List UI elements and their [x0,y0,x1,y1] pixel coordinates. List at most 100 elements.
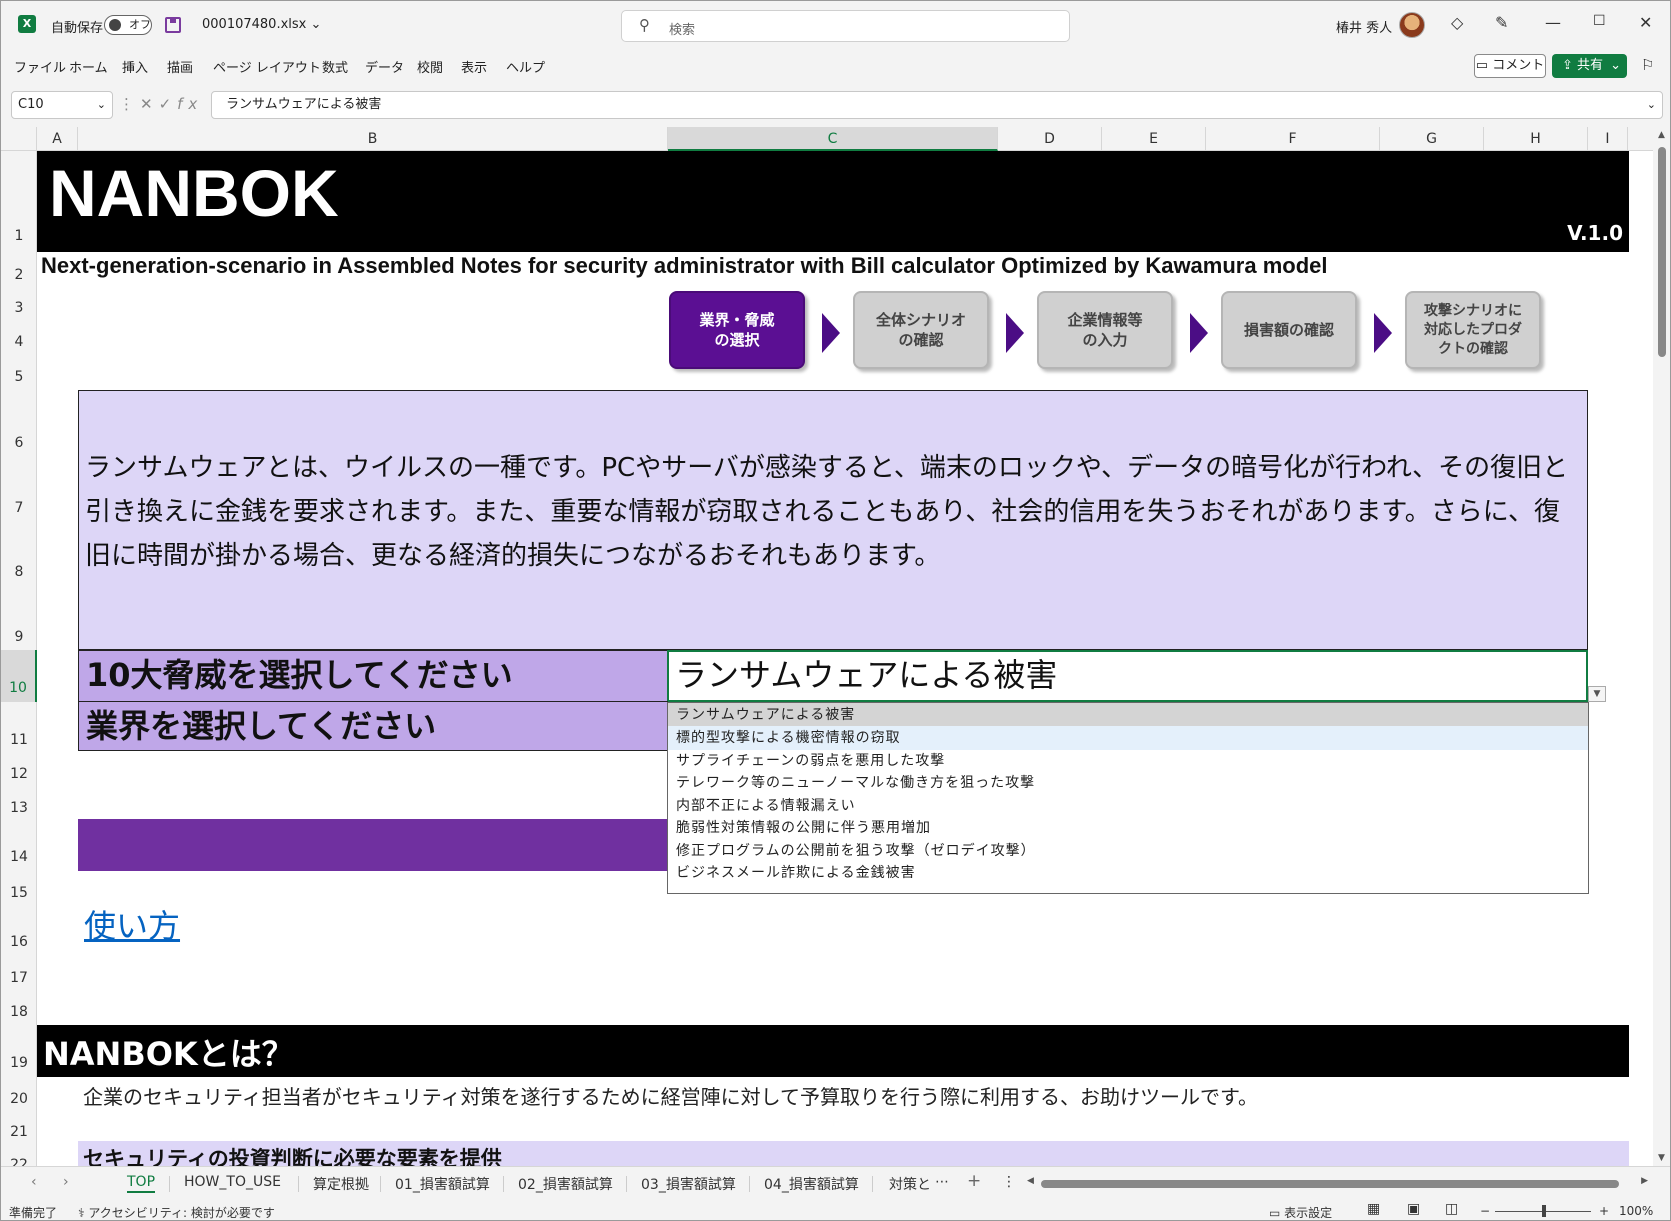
row-header-22[interactable]: 22 [1,1144,37,1166]
zoom-level[interactable]: 100% [1619,1204,1653,1218]
row-header-10[interactable]: 10 [1,650,37,702]
tab-prev-icon[interactable]: ‹ [31,1174,37,1190]
menu-home[interactable]: ホーム [69,57,108,76]
accessibility-status[interactable]: ⚕ アクセシビリティ: 検討が必要です [78,1204,275,1221]
dropdown-option[interactable]: 修正プログラムの公開前を狙う攻撃（ゼロデイ攻撃） [668,839,1588,863]
menu-view[interactable]: 表示 [461,57,487,76]
minimize-icon[interactable]: — [1545,13,1561,32]
threat-select-cell[interactable]: ランサムウェアによる被害 [667,650,1588,702]
vertical-scrollbar[interactable]: ▲ ▼ [1653,127,1671,1166]
dropdown-arrow-icon[interactable]: ▼ [1588,686,1606,702]
zoom-out-icon[interactable]: − [1480,1204,1490,1218]
dropdown-option[interactable]: サプライチェーンの弱点を悪用した攻撃 [668,749,1588,773]
dropdown-option[interactable]: ビジネスメール詐欺による金銭被害 [668,861,1588,885]
col-header-b[interactable]: B [78,127,668,151]
row-header-6[interactable]: 6 [1,390,37,456]
scroll-right-icon[interactable]: ▶ [1641,1176,1648,1186]
horizontal-scrollbar[interactable]: ◀ ▶ [1025,1176,1650,1192]
col-header-i[interactable]: I [1588,127,1628,151]
vertical-scroll-thumb[interactable] [1658,147,1666,357]
tab-damage-03[interactable]: 03_損害額試算 [641,1174,736,1194]
row-header-1[interactable]: 1 [1,151,37,252]
more-tabs-icon[interactable]: ⋯ [935,1174,949,1190]
step-products[interactable]: 攻撃シナリオに 対応したプロダ クトの確認 [1405,291,1541,369]
dropdown-option[interactable]: テレワーク等のニューノーマルな働き方を狙った攻撃 [668,771,1588,795]
share-button[interactable]: ⇪ 共有⌄ [1552,54,1627,78]
col-header-g[interactable]: G [1380,127,1484,151]
dropdown-option[interactable]: 脆弱性対策情報の公開に伴う悪用増加 [668,816,1588,840]
more-options-icon[interactable]: ⋮ [1002,1174,1016,1190]
row-header-3[interactable]: 3 [1,285,37,319]
tab-how-to-use[interactable]: HOW_TO_USE [184,1174,281,1190]
scroll-up-icon[interactable]: ▲ [1658,130,1665,140]
page-layout-view-icon[interactable]: ▣ [1407,1201,1420,1217]
pen-icon[interactable]: ✎ [1495,13,1508,32]
how-to-use-link[interactable]: 使い方 [84,901,180,947]
row-header-8[interactable]: 8 [1,520,37,586]
avatar[interactable] [1399,12,1425,38]
col-header-e[interactable]: E [1102,127,1206,151]
row-header-16[interactable]: 16 [1,904,37,956]
col-header-a[interactable]: A [37,127,78,151]
enter-icon[interactable]: ✓ [159,95,178,113]
normal-view-icon[interactable]: ▦ [1367,1201,1380,1217]
autosave-toggle[interactable]: オフ [104,15,152,35]
row-header-9[interactable]: 9 [1,586,37,650]
dropdown-option[interactable]: ランサムウェアによる被害 [668,703,1588,727]
menu-insert[interactable]: 挿入 [122,57,148,76]
row-header-5[interactable]: 5 [1,352,37,390]
select-all-corner[interactable] [1,127,37,151]
user-name[interactable]: 椿井 秀人 [1336,17,1392,36]
step-damage[interactable]: 損害額の確認 [1221,291,1357,369]
cancel-icon[interactable]: ✕ [140,95,159,113]
filename[interactable]: 000107480.xlsx ⌄ [202,17,321,32]
row-header-20[interactable]: 20 [1,1077,37,1110]
row-header-13[interactable]: 13 [1,786,37,819]
name-box[interactable]: C10⌄ [11,91,113,119]
row-header-15[interactable]: 15 [1,871,37,904]
row-header-4[interactable]: 4 [1,319,37,352]
menu-formulas[interactable]: 数式 [322,57,348,76]
step-scenario[interactable]: 全体シナリオ の確認 [853,291,989,369]
row-header-21[interactable]: 21 [1,1110,37,1144]
tab-basis[interactable]: 算定根拠 [313,1174,369,1194]
maximize-icon[interactable]: ☐ [1593,13,1606,29]
close-icon[interactable]: ✕ [1639,13,1652,32]
menu-file[interactable]: ファイル [14,57,66,76]
row-header-14[interactable]: 14 [1,819,37,871]
menu-help[interactable]: ヘルプ [506,57,545,76]
col-header-h[interactable]: H [1484,127,1588,151]
comment-button[interactable]: ▭ コメント [1474,54,1546,78]
row-header-11[interactable]: 11 [1,702,37,752]
save-icon[interactable] [165,17,181,33]
row-header-7[interactable]: 7 [1,456,37,520]
menu-page-layout[interactable]: ページ レイアウト [213,57,321,76]
row-header-12[interactable]: 12 [1,752,37,786]
tab-damage-02[interactable]: 02_損害額試算 [518,1174,613,1194]
page-break-view-icon[interactable]: ◫ [1445,1201,1458,1217]
horizontal-scroll-thumb[interactable] [1041,1180,1619,1188]
more-icon[interactable]: ⋮ [119,95,140,113]
tab-damage-01[interactable]: 01_損害額試算 [395,1174,490,1194]
tab-top[interactable]: TOP [127,1174,155,1193]
step-select-threat[interactable]: 業界・脅威 の選択 [669,291,805,369]
row-header-18[interactable]: 18 [1,989,37,1025]
add-sheet-icon[interactable]: + [967,1171,981,1191]
menu-review[interactable]: 校閲 [417,57,443,76]
row-header-19[interactable]: 19 [1,1025,37,1077]
copilot-icon[interactable]: ⚐ [1641,56,1654,74]
formula-input[interactable]: ランサムウェアによる被害⌄ [211,91,1663,119]
tab-damage-04[interactable]: 04_損害額試算 [764,1174,859,1194]
row-header-17[interactable]: 17 [1,956,37,989]
zoom-in-icon[interactable]: + [1599,1204,1609,1218]
menu-draw[interactable]: 描画 [167,57,193,76]
scroll-down-icon[interactable]: ▼ [1658,1153,1665,1163]
step-company-info[interactable]: 企業情報等 の入力 [1037,291,1173,369]
tab-measures[interactable]: 対策と [889,1174,931,1194]
menu-data[interactable]: データ [365,57,404,76]
tab-next-icon[interactable]: › [63,1174,69,1190]
display-settings[interactable]: ▭ 表示設定 [1269,1204,1332,1221]
zoom-slider-thumb[interactable] [1542,1205,1546,1217]
dropdown-option[interactable]: 内部不正による情報漏えい [668,794,1588,818]
scroll-left-icon[interactable]: ◀ [1027,1176,1034,1186]
